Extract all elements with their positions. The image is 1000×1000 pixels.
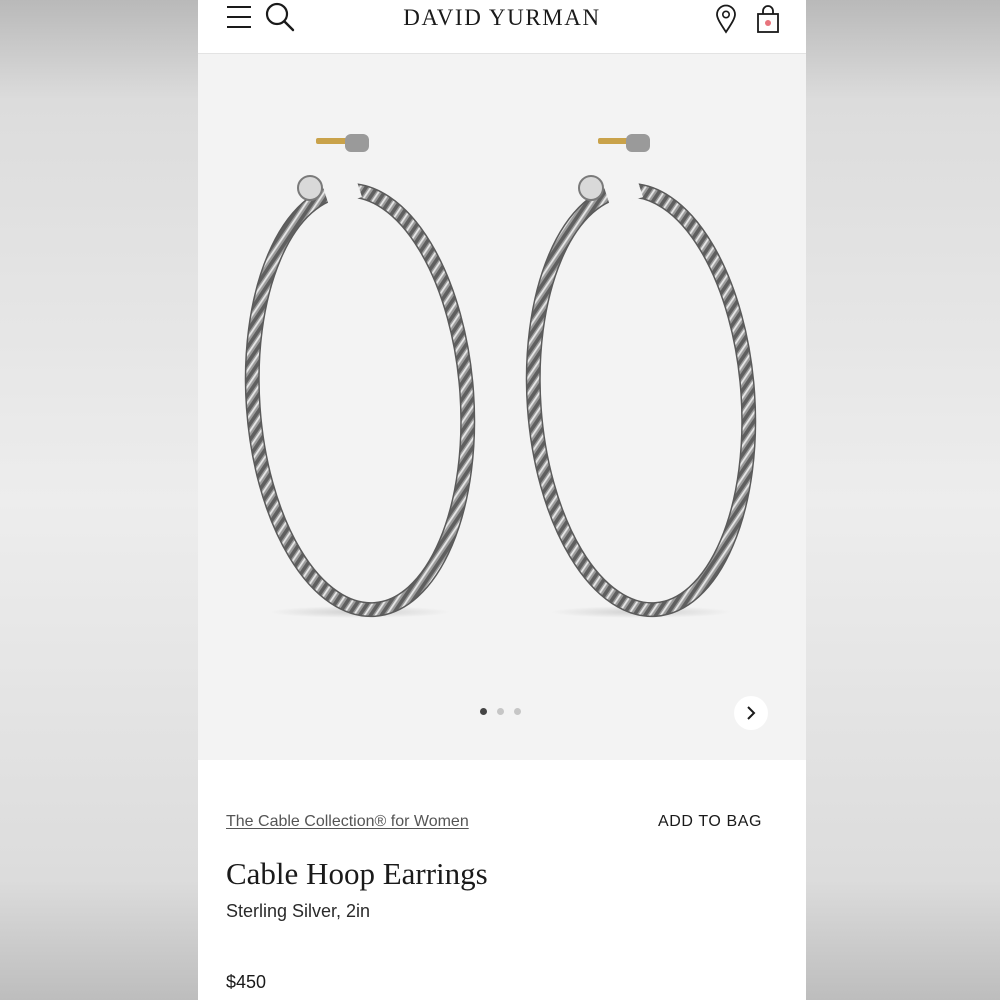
background-right [806,0,1000,1000]
product-gallery[interactable] [198,54,806,760]
product-price: $450 [226,972,267,992]
brand-logo[interactable]: DAVID YURMAN [372,3,632,33]
bag-badge [765,20,771,26]
left-hoop [244,130,476,618]
site-header: DAVID YURMAN [198,0,806,54]
shopping-bag-icon[interactable] [755,4,781,34]
product-variant: Sterling Silver, 2in [226,901,371,921]
menu-icon[interactable] [226,4,252,30]
right-hoop [525,130,757,618]
background-left [0,0,198,1000]
next-image-button[interactable] [734,696,768,730]
product-title: Cable Hoop Earrings [226,856,488,891]
location-icon[interactable] [714,4,738,34]
carousel-dots [478,708,538,718]
carousel-dot[interactable] [497,708,504,715]
collection-link[interactable]: The Cable Collection® for Women [226,813,469,831]
chevron-right-icon [747,706,756,720]
product-image [244,130,757,618]
search-icon[interactable] [264,1,296,33]
product-info: The Cable Collection® for Women ADD TO B… [198,760,806,1000]
add-to-bag-button[interactable]: ADD TO BAG [658,813,762,831]
mobile-page: DAVID YURMAN The Cable Collection® for W… [198,0,806,1000]
carousel-dot[interactable] [514,708,521,715]
carousel-dot[interactable] [480,708,487,715]
